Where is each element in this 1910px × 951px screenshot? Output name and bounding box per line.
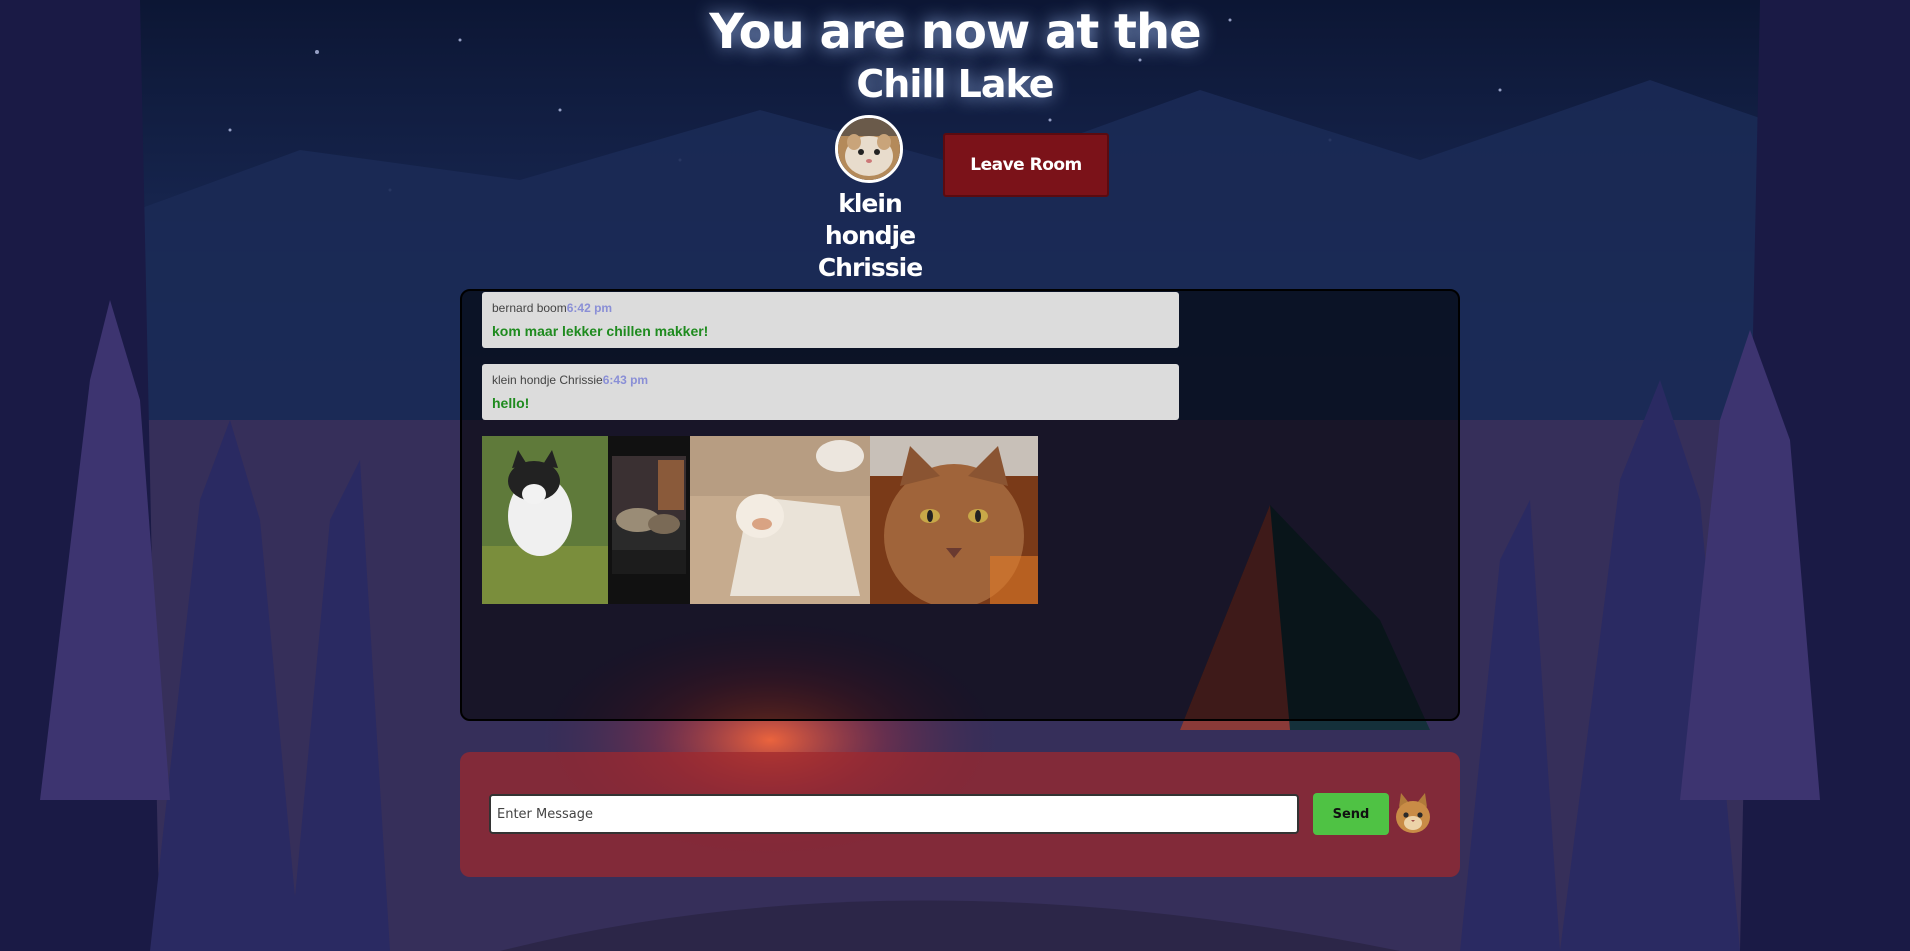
message-time: 6:43 pm (602, 373, 649, 387)
cat-photo-3[interactable] (690, 436, 870, 604)
message-author: klein hondje Chrissie (492, 373, 603, 387)
username-line2: Chrissie (817, 253, 923, 282)
user-avatar (835, 115, 903, 183)
room-name: Chill Lake (856, 62, 1054, 106)
message-text: kom maar lekker chillen makker! (492, 323, 709, 339)
username-line1: klein hondje (824, 189, 916, 250)
cat-photo-2[interactable] (608, 436, 690, 604)
cat-sticker-icon[interactable] (1393, 791, 1433, 835)
cat-photo-1[interactable] (482, 436, 608, 604)
cat-photo-4[interactable] (870, 436, 1038, 604)
message-input[interactable] (489, 794, 1299, 834)
message-meta: klein hondje Chrissie6:43 pm (492, 373, 1169, 387)
image-message (482, 436, 1038, 604)
chat-message: klein hondje Chrissie6:43 pm hello! (482, 364, 1179, 420)
message-text: hello! (492, 395, 530, 411)
message-author: bernard boom (492, 301, 567, 315)
send-button[interactable]: Send (1313, 793, 1389, 835)
username: klein hondje Chrissie (790, 188, 950, 284)
chat-message: bernard boom6:42 pm kom maar lekker chil… (482, 292, 1179, 348)
leave-room-button[interactable]: Leave Room (943, 133, 1109, 197)
message-time: 6:42 pm (566, 301, 613, 315)
message-meta: bernard boom6:42 pm (492, 301, 1169, 315)
room-title-line1: You are now at the (709, 4, 1201, 60)
